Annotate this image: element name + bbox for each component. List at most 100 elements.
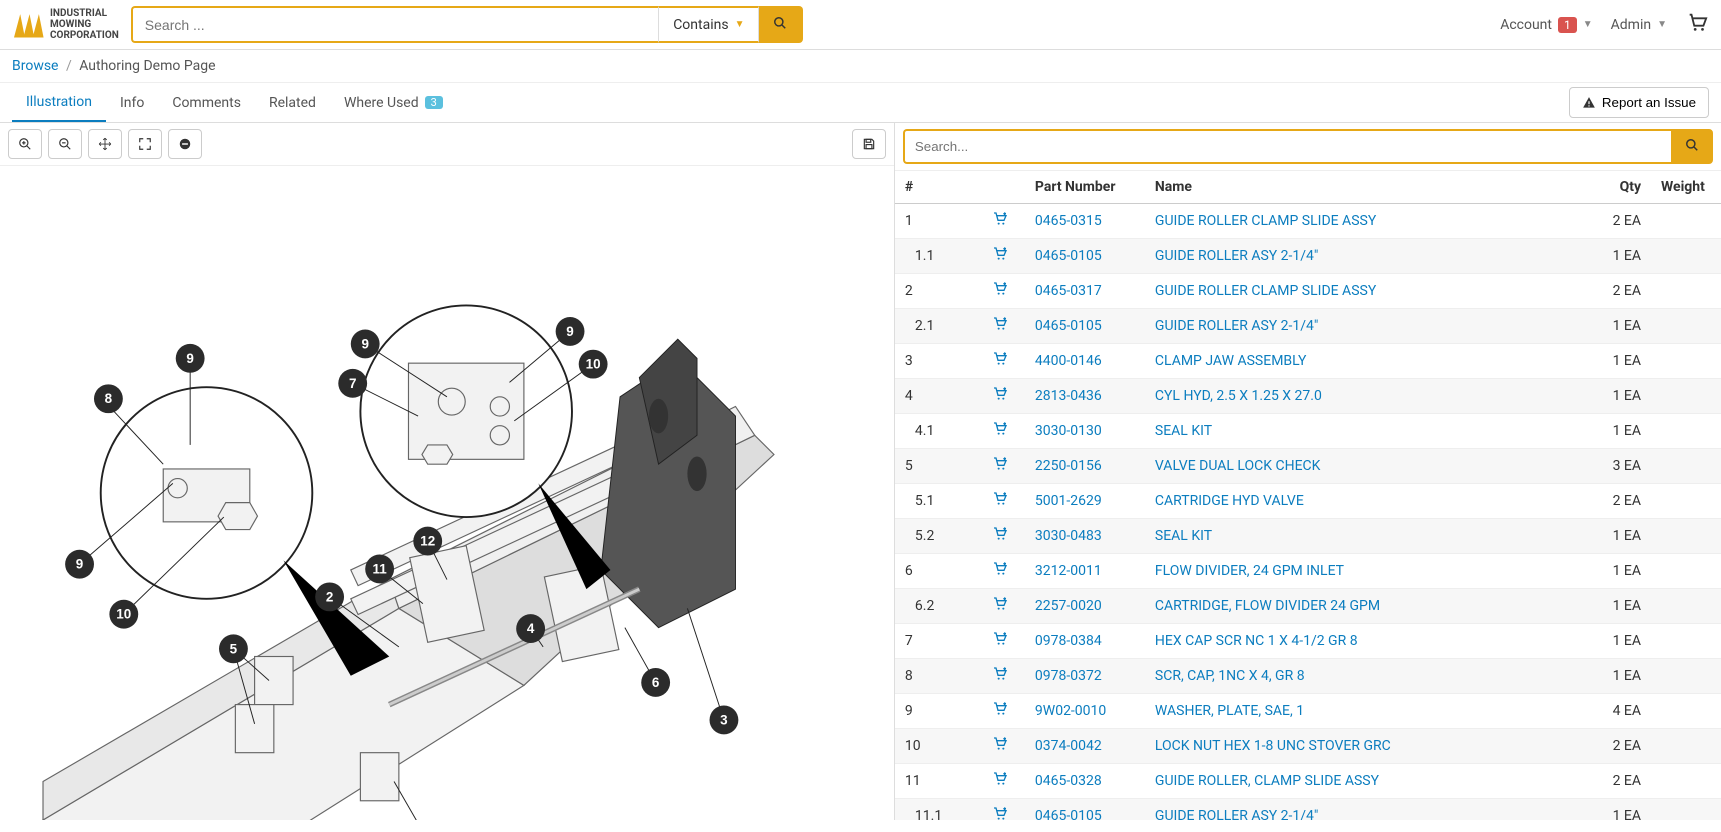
part-number-link[interactable]: 0465-0328: [1035, 773, 1102, 789]
zoom-in-button[interactable]: [8, 129, 42, 159]
table-row[interactable]: 1.10465-0105GUIDE ROLLER ASY 2-1/4"1 EA: [895, 239, 1721, 274]
table-row[interactable]: 42813-0436CYL HYD, 2.5 X 1.25 X 27.01 EA: [895, 379, 1721, 414]
callout-5[interactable]: 5: [219, 634, 248, 663]
parts-search-input[interactable]: [903, 129, 1671, 164]
breadcrumb-root[interactable]: Browse: [12, 58, 58, 74]
add-to-cart-button[interactable]: [991, 212, 1009, 231]
global-search-input[interactable]: [131, 6, 658, 43]
callout-10[interactable]: 10: [109, 600, 138, 629]
account-dropdown[interactable]: Account 1 ▼: [1500, 17, 1592, 33]
table-row[interactable]: 99W02-0010WASHER, PLATE, SAE, 14 EA: [895, 694, 1721, 729]
part-name-link[interactable]: CARTRIDGE HYD VALVE: [1155, 493, 1304, 509]
part-name-link[interactable]: SEAL KIT: [1155, 423, 1212, 439]
part-number-link[interactable]: 0465-0315: [1035, 213, 1102, 229]
search-button[interactable]: [759, 6, 803, 43]
fit-button[interactable]: [128, 129, 162, 159]
callout-9[interactable]: 9: [65, 550, 94, 579]
callout-9c[interactable]: 9: [351, 330, 380, 359]
add-to-cart-button[interactable]: [991, 562, 1009, 581]
table-row[interactable]: 100374-0042LOCK NUT HEX 1-8 UNC STOVER G…: [895, 729, 1721, 764]
tab-where-used[interactable]: Where Used 3: [330, 85, 457, 121]
part-number-link[interactable]: 3030-0130: [1035, 423, 1102, 439]
col-header-weight[interactable]: Weight: [1651, 171, 1721, 204]
part-number-link[interactable]: 0978-0384: [1035, 633, 1102, 649]
part-name-link[interactable]: SCR, CAP, 1NC X 4, GR 8: [1155, 668, 1305, 684]
tab-comments[interactable]: Comments: [158, 85, 255, 121]
admin-dropdown[interactable]: Admin ▼: [1611, 17, 1667, 33]
add-to-cart-button[interactable]: [991, 387, 1009, 406]
part-number-link[interactable]: 0374-0042: [1035, 738, 1102, 754]
report-issue-button[interactable]: Report an Issue: [1569, 87, 1709, 118]
add-to-cart-button[interactable]: [991, 247, 1009, 266]
add-to-cart-button[interactable]: [991, 282, 1009, 301]
add-to-cart-button[interactable]: [991, 597, 1009, 616]
callout-9b[interactable]: 9: [176, 344, 205, 373]
callout-4[interactable]: 4: [516, 614, 545, 643]
callout-11[interactable]: 11: [365, 555, 394, 584]
tab-info[interactable]: Info: [106, 85, 158, 121]
table-row[interactable]: 63212-0011FLOW DIVIDER, 24 GPM INLET1 EA: [895, 554, 1721, 589]
illustration-viewport[interactable]: 8 9 10 9 7 9 9 10 12 11 2 5 5 4 6 3 K–TE…: [0, 166, 894, 820]
part-name-link[interactable]: CLAMP JAW ASSEMBLY: [1155, 353, 1307, 369]
part-number-link[interactable]: 2257-0020: [1035, 598, 1102, 614]
callout-12[interactable]: 12: [413, 527, 442, 556]
add-to-cart-button[interactable]: [991, 492, 1009, 511]
part-name-link[interactable]: GUIDE ROLLER ASY 2-1/4": [1155, 808, 1319, 820]
col-header-name[interactable]: Name: [1145, 171, 1571, 204]
part-number-link[interactable]: 3030-0483: [1035, 528, 1102, 544]
table-row[interactable]: 34400-0146CLAMP JAW ASSEMBLY1 EA: [895, 344, 1721, 379]
table-row[interactable]: 80978-0372SCR, CAP, 1NC X 4, GR 81 EA: [895, 659, 1721, 694]
callout-6[interactable]: 6: [641, 668, 670, 697]
part-number-link[interactable]: 3212-0011: [1035, 563, 1102, 579]
callout-2[interactable]: 2: [315, 582, 344, 611]
part-name-link[interactable]: CARTRIDGE, FLOW DIVIDER 24 GPM: [1155, 598, 1380, 614]
table-row[interactable]: 20465-0317GUIDE ROLLER CLAMP SLIDE ASSY2…: [895, 274, 1721, 309]
part-name-link[interactable]: FLOW DIVIDER, 24 GPM INLET: [1155, 563, 1344, 579]
col-header-num[interactable]: #: [895, 171, 975, 204]
reset-button[interactable]: [168, 129, 202, 159]
part-name-link[interactable]: GUIDE ROLLER CLAMP SLIDE ASSY: [1155, 283, 1376, 299]
add-to-cart-button[interactable]: [991, 317, 1009, 336]
callout-8[interactable]: 8: [94, 384, 123, 413]
pan-button[interactable]: [88, 129, 122, 159]
part-number-link[interactable]: 0465-0105: [1035, 248, 1102, 264]
table-row[interactable]: 4.13030-0130SEAL KIT1 EA: [895, 414, 1721, 449]
add-to-cart-button[interactable]: [991, 737, 1009, 756]
table-row[interactable]: 110465-0328GUIDE ROLLER, CLAMP SLIDE ASS…: [895, 764, 1721, 799]
callout-10b[interactable]: 10: [579, 350, 608, 379]
col-header-part[interactable]: Part Number: [1025, 171, 1145, 204]
part-number-link[interactable]: 2813-0436: [1035, 388, 1102, 404]
add-to-cart-button[interactable]: [991, 807, 1009, 820]
add-to-cart-button[interactable]: [991, 772, 1009, 791]
part-name-link[interactable]: GUIDE ROLLER ASY 2-1/4": [1155, 318, 1319, 334]
search-filter-dropdown[interactable]: Contains ▼: [658, 6, 759, 43]
part-name-link[interactable]: LOCK NUT HEX 1-8 UNC STOVER GRC: [1155, 738, 1391, 754]
part-number-link[interactable]: 9W02-0010: [1035, 703, 1106, 719]
part-number-link[interactable]: 4400-0146: [1035, 353, 1102, 369]
part-name-link[interactable]: SEAL KIT: [1155, 528, 1212, 544]
table-row[interactable]: 5.23030-0483SEAL KIT1 EA: [895, 519, 1721, 554]
part-number-link[interactable]: 5001-2629: [1035, 493, 1102, 509]
parts-search-button[interactable]: [1671, 129, 1713, 164]
parts-table-scroll[interactable]: # Part Number Name Qty Weight 10465-0315…: [895, 171, 1721, 820]
part-number-link[interactable]: 0978-0372: [1035, 668, 1102, 684]
part-name-link[interactable]: VALVE DUAL LOCK CHECK: [1155, 458, 1321, 474]
table-row[interactable]: 70978-0384HEX CAP SCR NC 1 X 4-1/2 GR 81…: [895, 624, 1721, 659]
col-header-qty[interactable]: Qty: [1571, 171, 1651, 204]
save-layout-button[interactable]: [852, 129, 886, 159]
zoom-out-button[interactable]: [48, 129, 82, 159]
table-row[interactable]: 5.15001-2629CARTRIDGE HYD VALVE2 EA: [895, 484, 1721, 519]
callout-9d[interactable]: 9: [556, 317, 585, 346]
part-name-link[interactable]: CYL HYD, 2.5 X 1.25 X 27.0: [1155, 388, 1322, 404]
part-name-link[interactable]: GUIDE ROLLER CLAMP SLIDE ASSY: [1155, 213, 1376, 229]
add-to-cart-button[interactable]: [991, 422, 1009, 441]
add-to-cart-button[interactable]: [991, 667, 1009, 686]
add-to-cart-button[interactable]: [991, 352, 1009, 371]
part-name-link[interactable]: GUIDE ROLLER, CLAMP SLIDE ASSY: [1155, 773, 1379, 789]
add-to-cart-button[interactable]: [991, 527, 1009, 546]
part-number-link[interactable]: 0465-0317: [1035, 283, 1102, 299]
callout-7[interactable]: 7: [338, 369, 367, 398]
table-row[interactable]: 2.10465-0105GUIDE ROLLER ASY 2-1/4"1 EA: [895, 309, 1721, 344]
add-to-cart-button[interactable]: [991, 702, 1009, 721]
part-number-link[interactable]: 0465-0105: [1035, 808, 1102, 820]
